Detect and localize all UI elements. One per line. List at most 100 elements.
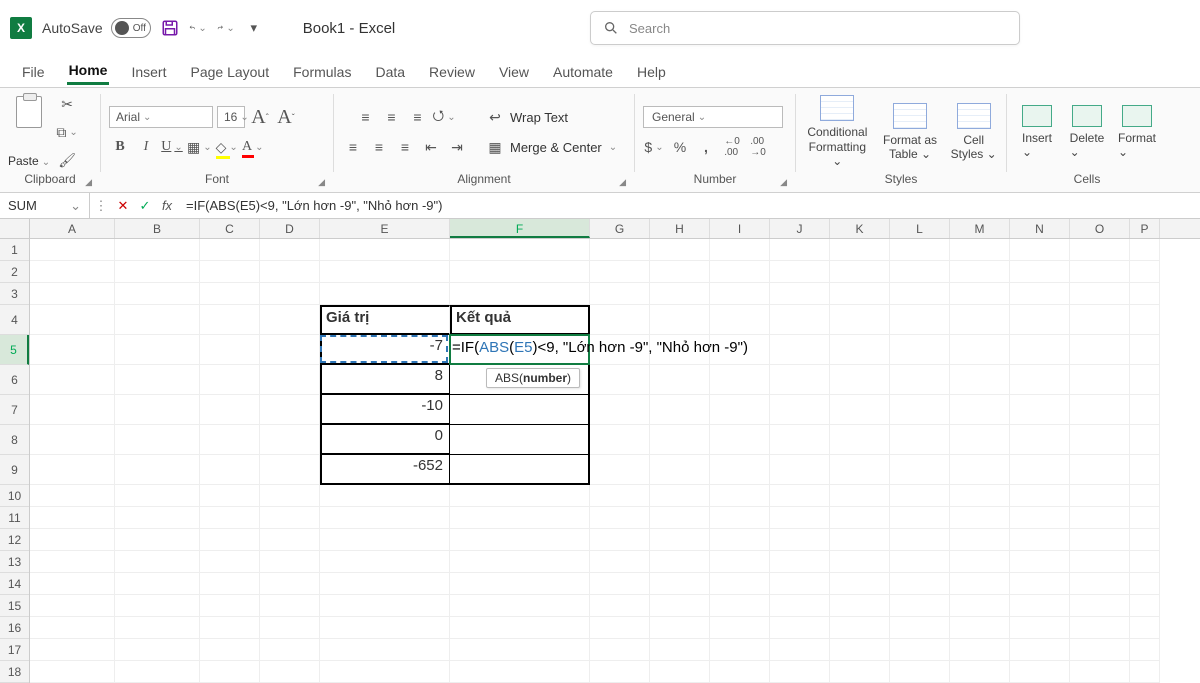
cell-B8[interactable] — [115, 425, 200, 455]
cell-K6[interactable] — [830, 365, 890, 395]
cell-H17[interactable] — [650, 639, 710, 661]
cell-C11[interactable] — [200, 507, 260, 529]
cell-B7[interactable] — [115, 395, 200, 425]
cell-P8[interactable] — [1130, 425, 1160, 455]
cell-I6[interactable] — [710, 365, 770, 395]
cell-K16[interactable] — [830, 617, 890, 639]
decrease-decimal-button[interactable]: .00→0 — [747, 136, 769, 158]
row-header-13[interactable]: 13 — [0, 551, 29, 573]
cell-H3[interactable] — [650, 283, 710, 305]
cell-D10[interactable] — [260, 485, 320, 507]
cell-I1[interactable] — [710, 239, 770, 261]
cell-P15[interactable] — [1130, 595, 1160, 617]
cell-O15[interactable] — [1070, 595, 1130, 617]
cell-O16[interactable] — [1070, 617, 1130, 639]
cell-F16[interactable] — [450, 617, 590, 639]
cell-M6[interactable] — [950, 365, 1010, 395]
tab-review[interactable]: Review — [427, 60, 477, 84]
comma-format-button[interactable]: , — [695, 136, 717, 158]
cell-E18[interactable] — [320, 661, 450, 683]
cell-P11[interactable] — [1130, 507, 1160, 529]
cell-N12[interactable] — [1010, 529, 1070, 551]
cell-L16[interactable] — [890, 617, 950, 639]
cell-F11[interactable] — [450, 507, 590, 529]
cell-G1[interactable] — [590, 239, 650, 261]
cell-H14[interactable] — [650, 573, 710, 595]
cell-A15[interactable] — [30, 595, 115, 617]
cell-C15[interactable] — [200, 595, 260, 617]
cell-A8[interactable] — [30, 425, 115, 455]
cell-C16[interactable] — [200, 617, 260, 639]
cell-D6[interactable] — [260, 365, 320, 395]
cell-P4[interactable] — [1130, 305, 1160, 335]
cell-A16[interactable] — [30, 617, 115, 639]
font-color-button[interactable]: A — [242, 136, 264, 158]
format-painter-icon[interactable]: 🖌 — [56, 149, 78, 171]
increase-decimal-button[interactable]: ←0.00 — [721, 136, 743, 158]
conditional-formatting-button[interactable]: ConditionalFormatting ⌄ — [804, 95, 871, 168]
cell-I2[interactable] — [710, 261, 770, 283]
col-header-o[interactable]: O — [1070, 219, 1130, 238]
cell-O3[interactable] — [1070, 283, 1130, 305]
cell-O4[interactable] — [1070, 305, 1130, 335]
cell-H8[interactable] — [650, 425, 710, 455]
cell-J1[interactable] — [770, 239, 830, 261]
bold-button[interactable]: B — [109, 136, 131, 158]
tab-home[interactable]: Home — [67, 58, 110, 85]
cell-L17[interactable] — [890, 639, 950, 661]
cell-D4[interactable] — [260, 305, 320, 335]
cell-C4[interactable] — [200, 305, 260, 335]
cell-A14[interactable] — [30, 573, 115, 595]
cell-N17[interactable] — [1010, 639, 1070, 661]
cell-M10[interactable] — [950, 485, 1010, 507]
cell-H9[interactable] — [650, 455, 710, 485]
col-header-e[interactable]: E — [320, 219, 450, 238]
cell-G18[interactable] — [590, 661, 650, 683]
qat-customize-icon[interactable]: ▾ — [245, 19, 263, 37]
cell-P14[interactable] — [1130, 573, 1160, 595]
row-headers[interactable]: 1 2 3 4 5 6 7 8 9 10 11 12 13 14 15 16 1… — [0, 239, 30, 683]
cell-M9[interactable] — [950, 455, 1010, 485]
underline-button[interactable]: U — [161, 136, 183, 158]
cell-P12[interactable] — [1130, 529, 1160, 551]
cell-D16[interactable] — [260, 617, 320, 639]
cell-N11[interactable] — [1010, 507, 1070, 529]
col-header-d[interactable]: D — [260, 219, 320, 238]
borders-button[interactable]: ▦ — [187, 136, 212, 158]
orientation-icon[interactable]: ⭯ — [432, 106, 455, 128]
cell-E16[interactable] — [320, 617, 450, 639]
cell-A1[interactable] — [30, 239, 115, 261]
cell-G7[interactable] — [590, 395, 650, 425]
row-header-9[interactable]: 9 — [0, 455, 29, 485]
cell-M2[interactable] — [950, 261, 1010, 283]
cell-F13[interactable] — [450, 551, 590, 573]
cell-O7[interactable] — [1070, 395, 1130, 425]
cell-A9[interactable] — [30, 455, 115, 485]
cell-A3[interactable] — [30, 283, 115, 305]
save-icon[interactable] — [161, 19, 179, 37]
copy-icon[interactable]: ⧉ — [56, 121, 78, 143]
cell-K3[interactable] — [830, 283, 890, 305]
cell-O8[interactable] — [1070, 425, 1130, 455]
col-header-j[interactable]: J — [770, 219, 830, 238]
cell-P18[interactable] — [1130, 661, 1160, 683]
percent-format-button[interactable]: % — [669, 136, 691, 158]
cell-O9[interactable] — [1070, 455, 1130, 485]
cell-I11[interactable] — [710, 507, 770, 529]
cell-D8[interactable] — [260, 425, 320, 455]
tab-file[interactable]: File — [20, 60, 47, 84]
cell-I4[interactable] — [710, 305, 770, 335]
cell-F7[interactable] — [450, 395, 590, 425]
cell-I7[interactable] — [710, 395, 770, 425]
col-header-f[interactable]: F — [450, 219, 590, 238]
cell-C18[interactable] — [200, 661, 260, 683]
cell-M8[interactable] — [950, 425, 1010, 455]
row-header-6[interactable]: 6 — [0, 365, 29, 395]
increase-font-icon[interactable]: Aˆ — [249, 106, 271, 128]
fill-color-button[interactable]: ◇ — [216, 136, 238, 158]
tab-help[interactable]: Help — [635, 60, 668, 84]
cell-N1[interactable] — [1010, 239, 1070, 261]
cell-L13[interactable] — [890, 551, 950, 573]
row-header-16[interactable]: 16 — [0, 617, 29, 639]
cell-N18[interactable] — [1010, 661, 1070, 683]
